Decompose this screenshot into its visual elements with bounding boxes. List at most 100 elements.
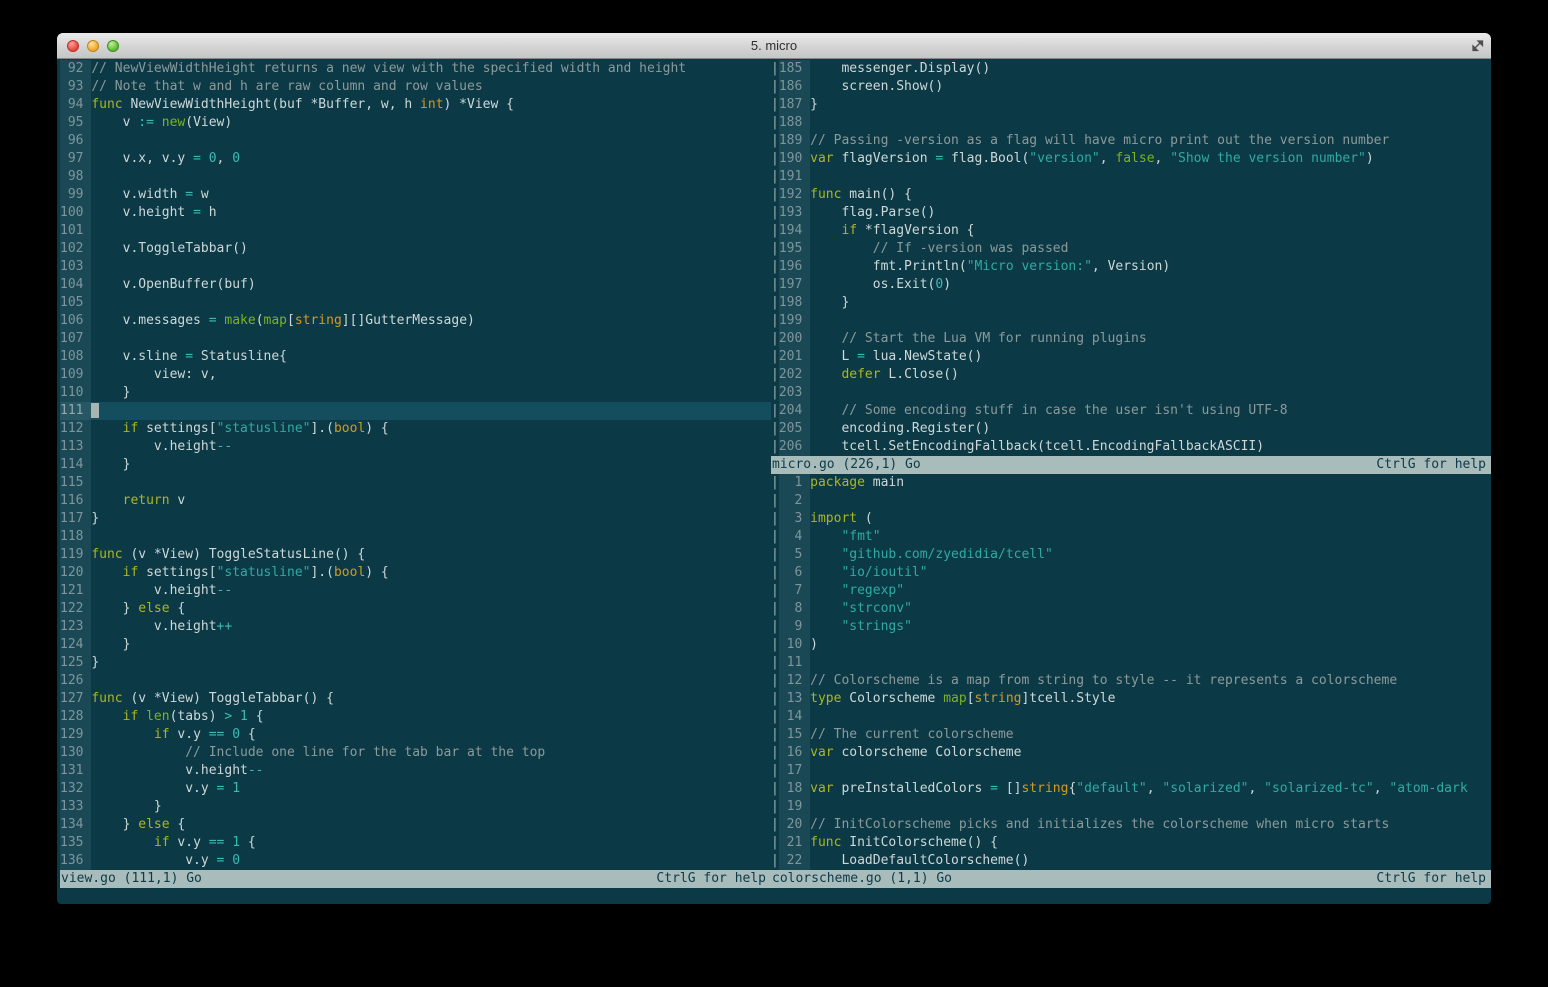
code-line: | 17 (771, 762, 1491, 780)
vertical-split-divider-icon: | (771, 528, 779, 546)
code-token: colorscheme Colorscheme (833, 745, 1022, 760)
code-token: import (810, 511, 858, 526)
code-token: } (810, 97, 818, 112)
code-text: flag.Parse() (810, 204, 1491, 222)
vertical-split-divider-icon: | (771, 744, 779, 762)
code-token: == (208, 727, 225, 742)
code-token: "solarized-tc" (1264, 781, 1374, 796)
code-token: main (864, 475, 905, 490)
line-number: 10 (778, 636, 811, 654)
code-token: == (208, 835, 225, 850)
code-text: type Colorscheme map[string]tcell.Style (810, 690, 1491, 708)
code-token: ]tcell.Style (1021, 691, 1116, 706)
code-token: ][]GutterMessage) (341, 313, 475, 328)
code-text: if settings["statusline"].(bool) { (91, 564, 771, 582)
vertical-split-divider-icon: | (771, 582, 779, 600)
code-line: 133 } (60, 798, 771, 816)
vertical-split-divider-icon: | (771, 78, 779, 96)
code-token: ) (810, 637, 818, 652)
line-number: 92 (60, 60, 92, 78)
code-line: 126 (60, 672, 771, 690)
vertical-split-divider-icon: | (771, 366, 779, 384)
code-token: { (240, 835, 256, 850)
diagonal-resize-icon[interactable] (1471, 39, 1484, 52)
code-text: func main() { (810, 186, 1491, 204)
code-token: := (138, 115, 154, 130)
code-token: h (200, 205, 217, 220)
code-token: w (193, 187, 209, 202)
editor-pane-colorscheme-go[interactable]: | 1 package main | 2 | 3 import (| 4 "fmt… (771, 474, 1491, 870)
code-token: } (91, 511, 100, 526)
line-number: 21 (778, 834, 811, 852)
line-number: 205 (778, 420, 811, 438)
line-number: 196 (778, 258, 811, 276)
title-bar[interactable]: 5. micro (57, 33, 1491, 59)
line-number: 119 (60, 546, 92, 564)
code-line: 127 func (v *View) ToggleTabbar() { (60, 690, 771, 708)
vertical-split-divider-icon: | (771, 474, 779, 492)
code-text: if len(tabs) > 1 { (91, 708, 771, 726)
code-token: string (294, 313, 342, 328)
status-help-hint: CtrlG for help (1376, 871, 1486, 886)
code-token: , (1248, 781, 1265, 796)
code-token: settings[ (138, 421, 217, 436)
code-line: | 19 (771, 798, 1491, 816)
zoom-button[interactable] (107, 40, 119, 52)
code-token: [] (998, 781, 1022, 796)
code-token: = (185, 349, 194, 364)
code-line: | 193 flag.Parse() (771, 204, 1491, 222)
code-token: func (91, 691, 123, 706)
line-number: 105 (60, 294, 92, 312)
vertical-split-divider-icon: | (771, 600, 779, 618)
editor-pane-micro-go[interactable]: | 185 messenger.Display() | 186 screen.Show… (771, 60, 1491, 456)
code-token: 1 (240, 709, 248, 724)
code-token: ( (857, 511, 873, 526)
vertical-split-divider-icon: | (771, 546, 779, 564)
code-token: v.height (91, 439, 217, 454)
minimize-button[interactable] (87, 40, 99, 52)
code-line: | 5 "github.com/zyedidia/tcell" (771, 546, 1491, 564)
line-number: 3 (778, 510, 811, 528)
line-number: 189 (778, 132, 811, 150)
code-token: v.height (91, 763, 248, 778)
code-text: } (91, 510, 771, 528)
code-text: } (91, 636, 771, 654)
code-token: *flagVersion { (857, 223, 975, 238)
code-token: flag.Parse() (810, 205, 936, 220)
code-line: 113 v.height-- (60, 438, 771, 456)
code-text: v.width = w (91, 186, 771, 204)
code-token: , (1373, 781, 1390, 796)
code-token: // Some encoding stuff in case the user … (810, 403, 1288, 418)
code-token: v.y (169, 727, 209, 742)
status-help-hint: CtrlG for help (656, 871, 766, 886)
code-token: { (240, 727, 256, 742)
code-token: L (810, 349, 858, 364)
line-number: 117 (60, 510, 92, 528)
code-text: if v.y == 0 { (91, 726, 771, 744)
editor-splits: 92 // NewViewWidthHeight returns a new v… (57, 59, 1491, 904)
code-token: LoadDefaultColorscheme() (810, 853, 1030, 868)
code-line: | 16 var colorscheme Colorscheme (771, 744, 1491, 762)
code-text: screen.Show() (810, 78, 1491, 96)
line-number: 107 (60, 330, 92, 348)
editor-pane-view-go[interactable]: 92 // NewViewWidthHeight returns a new v… (60, 60, 771, 870)
code-token: v.ToggleTabbar() (91, 241, 248, 256)
code-text: view: v, (91, 366, 771, 384)
code-line: | 1 package main (771, 474, 1491, 492)
close-button[interactable] (67, 40, 79, 52)
code-token: "atom-dark (1389, 781, 1468, 796)
code-token: // Include one line for the tab bar at t… (91, 745, 546, 760)
code-line: 110 } (60, 384, 771, 402)
line-number: 193 (778, 204, 811, 222)
line-number: 102 (60, 240, 92, 258)
code-line: 106 v.messages = make(map[string][]Gutte… (60, 312, 771, 330)
line-number: 135 (60, 834, 92, 852)
code-line: | 8 "strconv" (771, 600, 1491, 618)
line-number: 13 (778, 690, 811, 708)
code-token: screen.Show() (810, 79, 944, 94)
